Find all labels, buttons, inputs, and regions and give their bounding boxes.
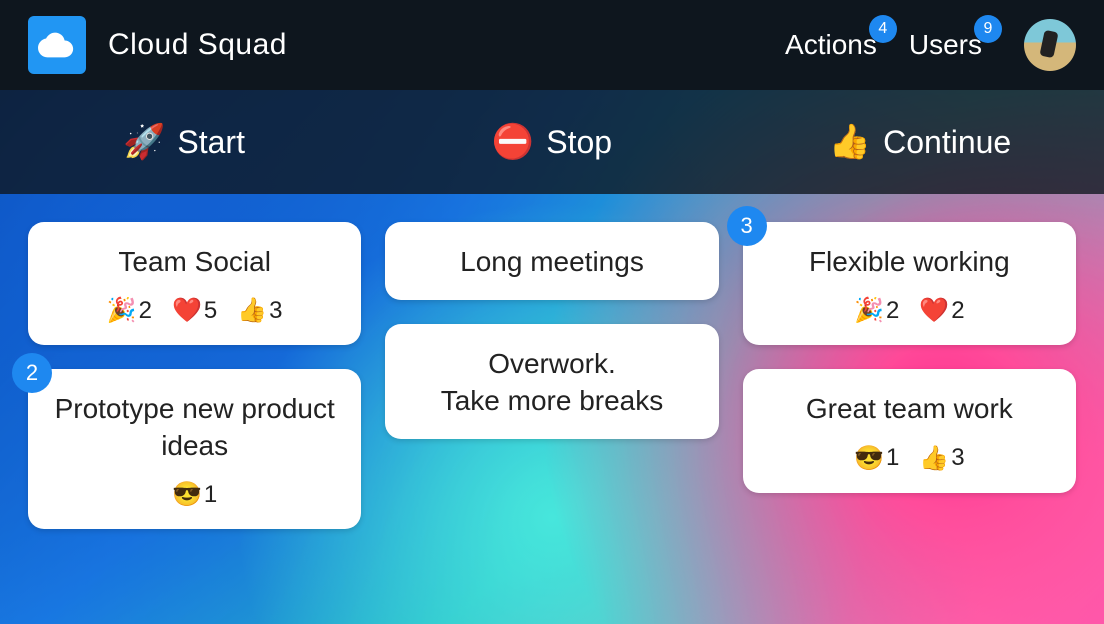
reaction-count: 2: [951, 297, 964, 325]
reactions: 😎1: [46, 480, 343, 509]
app-header: Cloud Squad Actions 4 Users 9: [0, 0, 1104, 90]
nav-actions[interactable]: Actions 4: [783, 25, 879, 65]
thumbs-up-icon: 👍: [829, 122, 871, 162]
reaction[interactable]: 👍3: [919, 444, 964, 473]
reaction-icon: 👍: [237, 296, 267, 325]
reaction-icon: 🎉: [107, 296, 137, 325]
reaction[interactable]: ❤️5: [172, 296, 217, 325]
tab-start-label: Start: [177, 124, 245, 161]
tab-start[interactable]: 🚀 Start: [0, 122, 368, 162]
card-continue-0[interactable]: 3Flexible working🎉2❤️2: [743, 222, 1076, 345]
reaction[interactable]: 👍3: [237, 296, 282, 325]
card-title: Prototype new product ideas: [46, 391, 343, 464]
tab-stop[interactable]: ⛔ Stop: [368, 122, 736, 162]
reaction-icon: 😎: [854, 444, 884, 473]
app-logo[interactable]: [28, 16, 86, 74]
board: Team Social🎉2❤️5👍32Prototype new product…: [0, 194, 1104, 529]
reaction-icon: ❤️: [919, 296, 949, 325]
column-continue: 3Flexible working🎉2❤️2Great team work😎1👍…: [743, 222, 1076, 529]
reaction-icon: 👍: [919, 444, 949, 473]
reaction[interactable]: 😎1: [854, 444, 899, 473]
no-entry-icon: ⛔: [492, 122, 534, 162]
reaction[interactable]: ❤️2: [919, 296, 964, 325]
card-start-1[interactable]: 2Prototype new product ideas😎1: [28, 369, 361, 529]
nav-users-badge: 9: [974, 15, 1002, 43]
cloud-icon: [38, 32, 76, 58]
reactions: 🎉2 ❤️5 👍3: [46, 296, 343, 325]
nav-users[interactable]: Users 9: [907, 25, 984, 65]
nav-users-label: Users: [909, 29, 982, 60]
tab-stop-label: Stop: [546, 124, 612, 161]
reaction[interactable]: 🎉2: [854, 296, 899, 325]
reaction-count: 1: [204, 481, 217, 509]
card-title: Flexible working: [761, 244, 1058, 280]
reaction-count: 5: [204, 297, 217, 325]
reaction-count: 2: [886, 297, 899, 325]
reactions: 😎1 👍3: [761, 444, 1058, 473]
rocket-icon: 🚀: [123, 122, 165, 162]
column-start: Team Social 🎉2 ❤️5 👍3 2 Prototype new product…: [28, 222, 361, 529]
card-title: Team Social: [46, 244, 343, 280]
reaction-icon: 😎: [172, 480, 202, 509]
card-title: Long meetings: [403, 244, 700, 280]
reaction[interactable]: 🎉2: [107, 296, 152, 325]
card-start-0[interactable]: Team Social 🎉2 ❤️5 👍3: [28, 222, 361, 345]
reaction-icon: ❤️: [172, 296, 202, 325]
reaction-count: 2: [139, 297, 152, 325]
card-title: Great team work: [761, 391, 1058, 427]
reaction-count: 3: [951, 444, 964, 472]
nav-actions-label: Actions: [785, 29, 877, 60]
card-badge: 2: [12, 353, 52, 393]
reaction-icon: 🎉: [854, 296, 884, 325]
card-title: Overwork.Take more breaks: [403, 346, 700, 419]
reaction[interactable]: 😎1: [172, 480, 217, 509]
card-stop-1[interactable]: Overwork.Take more breaks: [385, 324, 718, 439]
tab-continue-label: Continue: [883, 124, 1011, 161]
card-badge: 3: [727, 206, 767, 246]
card-continue-1[interactable]: Great team work 😎1 👍3: [743, 369, 1076, 492]
reaction-count: 3: [269, 297, 282, 325]
reaction-count: 1: [886, 444, 899, 472]
card-stop-0[interactable]: Long meetings: [385, 222, 718, 300]
column-stop: Long meetings Overwork.Take more breaks: [385, 222, 718, 529]
reactions: 🎉2❤️2: [761, 296, 1058, 325]
nav-actions-badge: 4: [869, 15, 897, 43]
column-headers: 🚀 Start ⛔ Stop 👍 Continue: [0, 90, 1104, 194]
tab-continue[interactable]: 👍 Continue: [736, 122, 1104, 162]
app-title: Cloud Squad: [108, 28, 755, 62]
avatar[interactable]: [1024, 19, 1076, 71]
